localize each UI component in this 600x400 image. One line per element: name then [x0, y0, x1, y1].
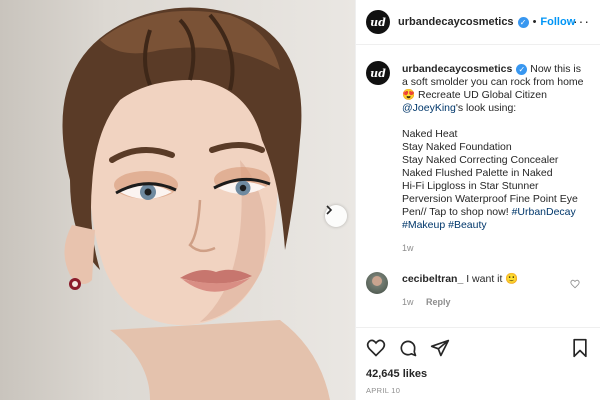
comments-section: ud urbandecaycosmetics ✓ Now this is a so… — [356, 45, 600, 325]
next-photo-button[interactable] — [325, 205, 347, 227]
caption-avatar[interactable]: ud — [366, 61, 390, 85]
chevron-right-icon — [326, 205, 333, 215]
caption-username[interactable]: urbandecaycosmetics — [402, 63, 512, 75]
bookmark-icon[interactable] — [570, 338, 590, 358]
header-username[interactable]: urbandecaycosmetics — [398, 16, 514, 28]
like-comment-heart-icon[interactable] — [570, 276, 580, 294]
comment-item: cecibeltran_ I want it 🙂 1w Reply — [366, 272, 590, 307]
caption-time: 1w — [402, 243, 414, 253]
hashtag-link[interactable]: #Beauty — [448, 219, 487, 231]
product-item: Stay Naked Foundation — [402, 141, 512, 153]
commenter-avatar[interactable] — [366, 272, 388, 294]
instagram-post: ud urbandecaycosmetics ✓ • Follow ··· ud… — [0, 0, 600, 400]
post-date: APRIL 10 — [366, 386, 401, 395]
follow-button[interactable]: Follow — [540, 16, 575, 28]
likes-count[interactable]: 42,645 likes — [366, 368, 590, 380]
post-header: ud urbandecaycosmetics ✓ • Follow ··· — [356, 0, 600, 45]
verified-badge-icon: ✓ — [516, 63, 528, 75]
post-caption: ud urbandecaycosmetics ✓ Now this is a so… — [366, 61, 590, 255]
product-item: Stay Naked Correcting Concealer — [402, 154, 559, 166]
like-heart-icon[interactable] — [366, 338, 386, 358]
portrait-illustration — [62, 7, 330, 400]
more-options-icon[interactable]: ··· — [573, 14, 590, 28]
action-icons — [366, 336, 590, 360]
comment-body: cecibeltran_ I want it 🙂 1w Reply — [402, 272, 518, 307]
verified-badge-icon: ✓ — [517, 16, 529, 28]
comment-time: 1w — [402, 297, 414, 307]
post-side-panel: ud urbandecaycosmetics ✓ • Follow ··· ud… — [355, 0, 600, 400]
profile-avatar[interactable]: ud — [366, 10, 390, 34]
hashtag-link[interactable]: #UrbanDecay — [512, 206, 576, 218]
caption-text: urbandecaycosmetics ✓ Now this is a soft … — [402, 63, 587, 255]
commenter-username[interactable]: cecibeltran_ — [402, 273, 463, 285]
mention-link[interactable]: @JoeyKing — [402, 102, 456, 114]
product-item: Naked Flushed Palette in Naked — [402, 167, 553, 179]
product-item: Naked Heat — [402, 128, 458, 140]
post-actions: 42,645 likes APRIL 10 — [356, 327, 600, 395]
product-item: Hi-Fi Lipgloss in Star Stunner — [402, 180, 539, 192]
comment-meta: 1w Reply — [402, 297, 518, 307]
header-separator: • — [532, 16, 537, 28]
hashtag-link[interactable]: #Makeup — [402, 219, 445, 231]
comment-text: I want it 🙂 — [466, 273, 519, 285]
caption-line2: 's look using: — [455, 102, 517, 114]
comment-bubble-icon[interactable] — [398, 338, 418, 358]
post-photo[interactable] — [0, 0, 355, 400]
share-send-icon[interactable] — [430, 338, 450, 358]
reply-button[interactable]: Reply — [426, 297, 451, 307]
